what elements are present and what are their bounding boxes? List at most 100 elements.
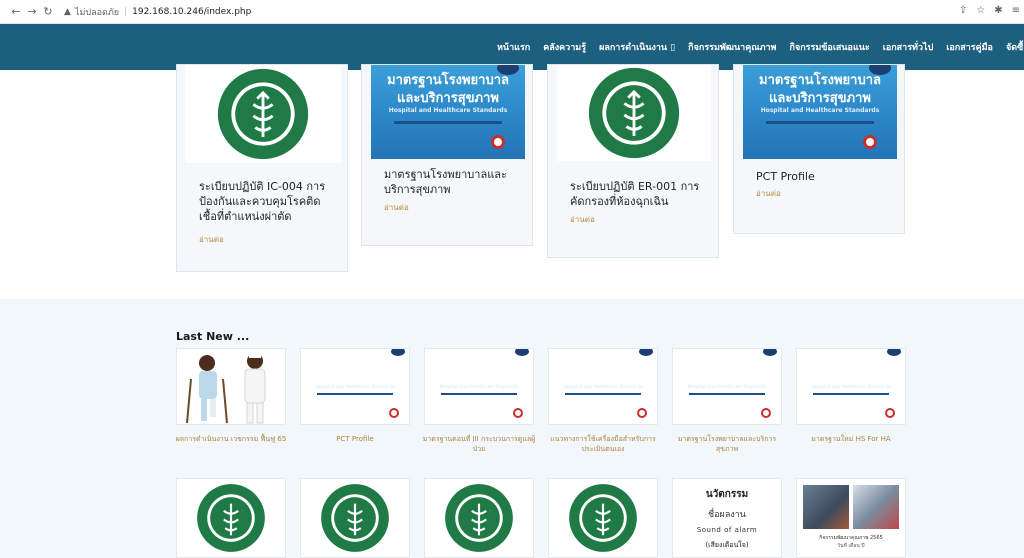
ha-logo-icon (513, 408, 523, 418)
latest-caption[interactable]: PCT Profile (295, 434, 415, 444)
activity-photo (853, 485, 899, 529)
latest-thumb[interactable] (424, 478, 534, 558)
latest-caption[interactable]: ผลการดำเนินงาน เวชกรรม ฟื้นฟู 65 (171, 434, 291, 444)
photo-caption: กิจกรรมพัฒนาคุณภาพ 2565 (819, 535, 883, 541)
latest-caption[interactable]: มาตรฐานใหม่ HS For HA (791, 434, 911, 444)
standards-image-line2: และบริการสุขภาพ (319, 374, 391, 384)
read-more-link[interactable]: อ่านต่อ (199, 233, 224, 246)
ministry-seal-icon (217, 68, 309, 160)
photo-date: วันที่ เดือน ปี (837, 543, 865, 549)
rehab-illustration-icon (177, 349, 285, 424)
share-icon[interactable]: ⇪ (959, 5, 967, 16)
badge-icon (887, 349, 901, 356)
read-more-link[interactable]: อ่านต่อ (756, 187, 781, 200)
nav-item[interactable]: กิจกรรมพัฒนาคุณภาพ (688, 40, 776, 54)
card-title[interactable]: PCT Profile (756, 169, 886, 184)
standards-image-sub: Hospital and Healthcare Standards (315, 384, 395, 389)
standards-image: มาตรฐานโรงพยาบาล และบริการสุขภาพ Hospita… (743, 65, 897, 159)
standards-image-sub: Hospital and Healthcare Standards (811, 384, 891, 389)
latest-thumb[interactable] (176, 348, 286, 425)
article-card[interactable]: ระเบียบปฏิบัติ IC-004 การป้องกันและควบคุ… (176, 64, 348, 272)
innovation-heading: นวัตกรรม (705, 489, 749, 500)
back-icon[interactable]: ← (8, 5, 24, 18)
latest-thumb[interactable]: มาตรฐานโรงพยาบาล และบริการสุขภาพ Hospita… (548, 348, 658, 425)
article-card[interactable]: มาตรฐานโรงพยาบาล และบริการสุขภาพ Hospita… (361, 64, 533, 246)
ha-logo-icon (863, 135, 877, 149)
activity-photo-card[interactable]: กิจกรรมพัฒนาคุณภาพ 2565 วันที่ เดือน ปี (796, 478, 906, 558)
nav-item[interactable]: หน้าแรก (497, 40, 530, 54)
article-card[interactable]: มาตรฐานโรงพยาบาล และบริการสุขภาพ Hospita… (733, 64, 905, 234)
warning-icon[interactable]: ▲ (64, 7, 71, 17)
nav-item[interactable]: กิจกรรมข้อเสนอแนะ (790, 40, 870, 54)
seal-image (557, 65, 711, 161)
latest-heading: Last New ... (176, 330, 250, 343)
standards-image-line2: และบริการสุขภาพ (397, 91, 499, 106)
badge-icon (515, 349, 529, 356)
banner-bar (565, 393, 641, 395)
latest-thumb[interactable] (548, 478, 658, 558)
ha-logo-icon (637, 408, 647, 418)
standards-image-sub: Hospital and Healthcare Standards (760, 107, 880, 114)
forward-icon[interactable]: → (24, 5, 40, 18)
standards-image-line2: และบริการสุขภาพ (443, 374, 515, 384)
innovation-name-en: Sound of alarm (696, 526, 758, 534)
address-bar[interactable]: ▲ ไม่ปลอดภัย | 192.168.10.246/index.php (64, 5, 251, 19)
extensions-icon[interactable]: ✱ (994, 5, 1002, 16)
banner-bar (766, 121, 874, 124)
card-title[interactable]: มาตรฐานโรงพยาบาลและบริการสุขภาพ (384, 167, 514, 197)
innovation-name-th: (เสียงเตือนใจ) (705, 541, 749, 549)
browser-actions: ⇪ ☆ ✱ ≡ (959, 5, 1020, 16)
nav-item[interactable]: เอกสารคู่มือ (946, 40, 993, 54)
standards-image-sub: Hospital and Healthcare Standards (388, 107, 508, 114)
latest-caption[interactable]: มาตรฐานตอนที่ III กระบวนการดูแลผู้ป่วย (419, 434, 539, 454)
innovation-label: ชื่อผลงาน (708, 510, 746, 520)
read-more-link[interactable]: อ่านต่อ (570, 213, 595, 226)
ha-logo-icon (389, 408, 399, 418)
badge-icon (639, 349, 653, 356)
article-card[interactable]: ระเบียบปฏิบัติ ER-001 การคัดกรองที่ห้องฉ… (547, 64, 719, 258)
address-separator: | (124, 6, 128, 17)
ministry-seal-icon (569, 484, 637, 552)
latest-caption[interactable]: แนวทางการใช้เครื่องมือสำหรับการประเมินตน… (543, 434, 663, 454)
banner-bar (394, 121, 502, 124)
standards-image-line2: และบริการสุขภาพ (769, 91, 871, 106)
innovation-card[interactable]: นวัตกรรม ชื่อผลงาน Sound of alarm (เสียง… (672, 478, 782, 558)
url-text[interactable]: 192.168.10.246/index.php (132, 7, 251, 17)
banner-bar (813, 393, 889, 395)
nav-item[interactable]: เอกสารทั่วไป (883, 40, 934, 54)
main-nav-list: หน้าแรก คลังความรู้ ผลการดำเนินงาน ▯ กิจกรร… (497, 40, 1024, 54)
reload-icon[interactable]: ↻ (40, 5, 56, 18)
standards-image-sub: Hospital and Healthcare Standards (563, 384, 643, 389)
banner-bar (689, 393, 765, 395)
bookmark-star-icon[interactable]: ☆ (976, 5, 985, 16)
banner-bar (317, 393, 393, 395)
latest-thumb[interactable]: มาตรฐานโรงพยาบาล และบริการสุขภาพ Hospita… (300, 348, 410, 425)
standards-image-sub: Hospital and Healthcare Standards (439, 384, 519, 389)
standards-image-line2: และบริการสุขภาพ (815, 374, 887, 384)
latest-caption[interactable]: มาตรฐานโรงพยาบาลและบริการสุขภาพ (667, 434, 787, 454)
nav-item[interactable]: ผลการดำเนินงาน ▯ (599, 40, 675, 54)
ministry-seal-icon (321, 484, 389, 552)
nav-item[interactable]: คลังความรู้ (543, 40, 586, 54)
standards-image: มาตรฐานโรงพยาบาล และบริการสุขภาพ Hospita… (371, 65, 525, 159)
card-title[interactable]: ระเบียบปฏิบัติ ER-001 การคัดกรองที่ห้องฉ… (570, 179, 705, 209)
standards-image-sub: Hospital and Healthcare Standards (687, 384, 767, 389)
browser-toolbar: ← → ↻ ▲ ไม่ปลอดภัย | 192.168.10.246/inde… (0, 0, 1024, 24)
ha-logo-icon (761, 408, 771, 418)
standards-image-line2: และบริการสุขภาพ (691, 374, 763, 384)
banner-bar (441, 393, 517, 395)
read-more-link[interactable]: อ่านต่อ (384, 201, 409, 214)
main-content: ระเบียบปฏิบัติ IC-004 การป้องกันและควบคุ… (0, 64, 1024, 558)
nav-item[interactable]: จัดซื้อ (1006, 40, 1024, 54)
activity-photo (803, 485, 849, 529)
ha-logo-icon (885, 408, 895, 418)
reading-list-icon[interactable]: ≡ (1012, 5, 1020, 16)
latest-thumb[interactable] (176, 478, 286, 558)
badge-icon (763, 349, 777, 356)
latest-thumb[interactable]: มาตรฐานโรงพยาบาล และบริการสุขภาพ Hospita… (424, 348, 534, 425)
insecure-label: ไม่ปลอดภัย (74, 7, 120, 18)
latest-thumb[interactable] (300, 478, 410, 558)
latest-thumb[interactable]: มาตรฐานโรงพยาบาล และบริการสุขภาพ Hospita… (672, 348, 782, 425)
card-title[interactable]: ระเบียบปฏิบัติ IC-004 การป้องกันและควบคุ… (199, 179, 329, 224)
latest-thumb[interactable]: มาตรฐานโรงพยาบาล และบริการสุขภาพ Hospita… (796, 348, 906, 425)
